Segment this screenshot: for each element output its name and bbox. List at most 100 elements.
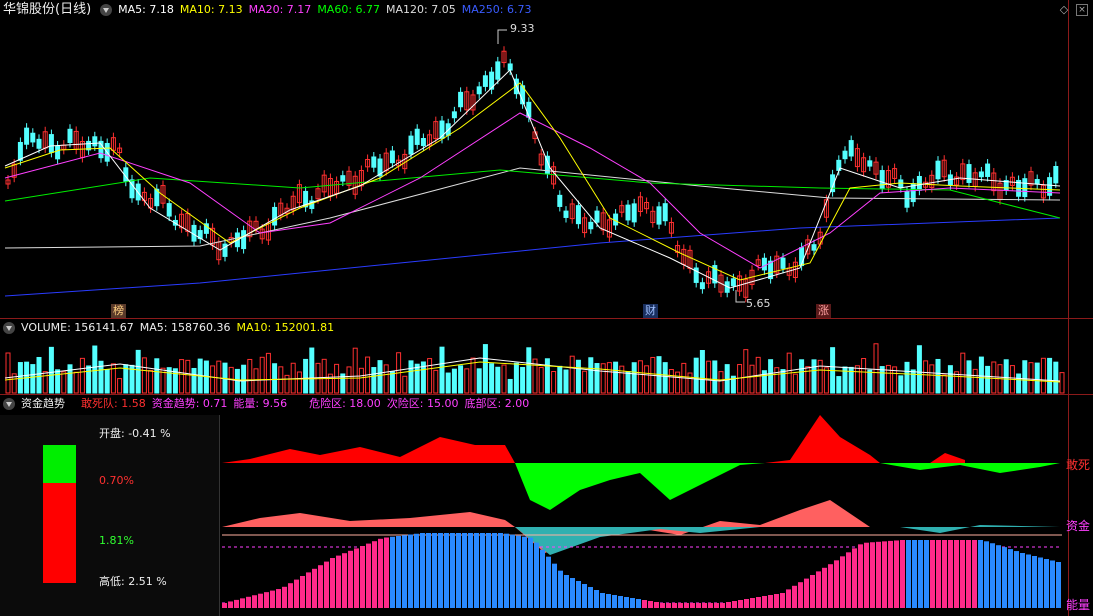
volume-bar bbox=[408, 360, 414, 394]
energy-bar bbox=[960, 540, 965, 608]
volume-bar bbox=[718, 371, 724, 394]
energy-bar bbox=[360, 546, 365, 608]
candle-body bbox=[625, 204, 631, 221]
collapse-icon[interactable] bbox=[100, 4, 113, 16]
energy-bar bbox=[552, 563, 557, 608]
energy-bar bbox=[498, 533, 503, 608]
energy-bar bbox=[624, 597, 629, 608]
energy-bar bbox=[390, 536, 395, 608]
volume-bar bbox=[817, 359, 823, 394]
volume-bar bbox=[675, 371, 681, 394]
volume-bar bbox=[594, 363, 600, 394]
ma60-label: MA60: 6.77 bbox=[317, 3, 381, 16]
energy-bar bbox=[978, 540, 983, 608]
volume-bar bbox=[923, 360, 929, 394]
volume-bar bbox=[743, 349, 749, 394]
volume-bar bbox=[972, 368, 978, 394]
volume-bar bbox=[42, 371, 48, 394]
volume-bar bbox=[544, 358, 550, 394]
energy-bar bbox=[972, 540, 977, 608]
candle-body bbox=[848, 140, 854, 157]
volume-bar bbox=[216, 360, 222, 394]
energy-bar bbox=[900, 540, 905, 608]
fund-collapse-icon[interactable] bbox=[3, 398, 15, 410]
energy-bar bbox=[660, 603, 665, 608]
high-price-label: 9.33 bbox=[510, 22, 535, 35]
candle-body bbox=[451, 111, 457, 119]
ma5-label: MA5: 7.18 bbox=[118, 3, 174, 16]
volume-bar bbox=[662, 362, 668, 394]
volume-bar bbox=[135, 349, 141, 394]
volume-bar bbox=[712, 360, 718, 394]
candle-body bbox=[904, 191, 910, 208]
energy-bar bbox=[696, 603, 701, 608]
energy-bar bbox=[846, 552, 851, 608]
volume-bar bbox=[253, 368, 259, 394]
energy-bar bbox=[930, 540, 935, 608]
volume-bar bbox=[823, 367, 829, 394]
energy-bar bbox=[240, 598, 245, 608]
energy-bar bbox=[678, 603, 683, 608]
volume-bar bbox=[358, 367, 364, 394]
energy-bar bbox=[924, 540, 929, 608]
volume-ma5: MA5: 158760.36 bbox=[139, 321, 231, 334]
fund-bottom-label: 底部区: 2.00 bbox=[464, 397, 530, 410]
energy-bar bbox=[384, 537, 389, 608]
energy-bar bbox=[648, 601, 653, 608]
energy-bar bbox=[432, 533, 437, 608]
volume-bar bbox=[644, 365, 650, 394]
volume-bar bbox=[290, 362, 296, 394]
volume-bar bbox=[749, 364, 755, 394]
lower-pct-label: 1.81% bbox=[99, 534, 134, 547]
energy-bar bbox=[810, 575, 815, 608]
volume-bar bbox=[916, 345, 922, 394]
energy-bar bbox=[558, 570, 563, 608]
volume-bar bbox=[272, 363, 278, 394]
volume-bar bbox=[941, 374, 947, 394]
candle-body bbox=[495, 61, 501, 80]
volume-bar bbox=[538, 367, 544, 394]
candle-body bbox=[371, 156, 377, 168]
dare-negative-area-2 bbox=[880, 463, 1060, 473]
energy-bar bbox=[288, 583, 293, 608]
volume-bar bbox=[265, 352, 271, 394]
energy-bar bbox=[474, 533, 479, 608]
energy-bar bbox=[612, 595, 617, 608]
energy-bar bbox=[768, 595, 773, 608]
marker-cai: 财 bbox=[643, 304, 658, 318]
volume-collapse-icon[interactable] bbox=[3, 322, 15, 334]
candle-body bbox=[662, 203, 668, 222]
volume-bar bbox=[383, 364, 389, 394]
energy-bar bbox=[600, 593, 605, 608]
energy-bar bbox=[1026, 554, 1031, 608]
fund-header: 资金趋势 敢死队: 1.58 资金趋势: 0.71 能量: 9.56 危险区: … bbox=[0, 394, 529, 414]
candle-body bbox=[272, 206, 278, 226]
fund-trend-label: 资金趋势: 0.71 bbox=[151, 397, 228, 410]
energy-bar bbox=[918, 540, 923, 608]
volume-bar bbox=[79, 357, 85, 394]
energy-bar bbox=[864, 542, 869, 608]
volume-bar bbox=[551, 371, 557, 394]
energy-bar bbox=[786, 589, 791, 608]
energy-bar bbox=[582, 584, 587, 608]
fund-title: 资金趋势 bbox=[21, 397, 65, 410]
volume-bar bbox=[489, 363, 495, 394]
candle-body bbox=[458, 91, 464, 108]
close-icon[interactable]: × bbox=[1076, 4, 1088, 16]
volume-bar bbox=[513, 362, 519, 394]
energy-bar bbox=[516, 535, 521, 608]
energy-bar bbox=[882, 541, 887, 608]
volume-bar bbox=[619, 365, 625, 394]
energy-bar bbox=[630, 598, 635, 608]
energy-bar bbox=[642, 600, 647, 608]
volume-bar bbox=[445, 372, 451, 394]
energy-bar bbox=[858, 544, 863, 608]
volume-bar bbox=[1022, 360, 1028, 394]
dare-negative-area bbox=[515, 463, 765, 510]
energy-bar bbox=[1032, 556, 1037, 608]
volume-bar bbox=[569, 355, 575, 394]
candle-body bbox=[476, 86, 482, 95]
candle-body bbox=[48, 134, 54, 153]
dare-positive-area-3 bbox=[930, 453, 965, 463]
energy-bar bbox=[300, 576, 305, 608]
